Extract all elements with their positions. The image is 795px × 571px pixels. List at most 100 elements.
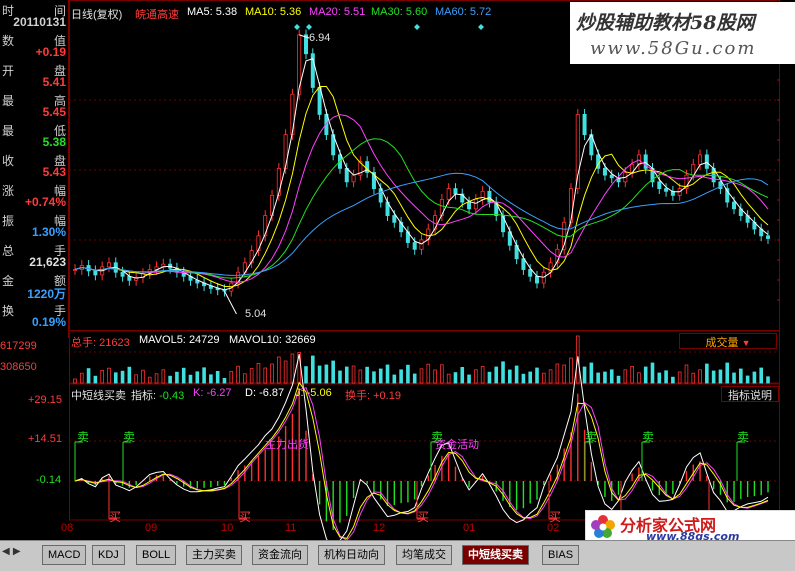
candle-body (120, 271, 125, 277)
field-value: 5.41 (42, 75, 66, 89)
volume-bar (691, 372, 696, 384)
indicator-axis-label: -0.14 (36, 474, 62, 486)
ma5-readout: MA5: 5.38 (187, 6, 238, 18)
x-tick: 09 (145, 522, 158, 534)
volume-bar (243, 373, 247, 384)
indicator-j: J: -5.06 (295, 387, 332, 399)
field-label: 最 (2, 94, 15, 108)
volume-bar (718, 369, 723, 384)
tab-bias[interactable]: BIAS (542, 545, 580, 565)
sell-signal-label: 卖 (737, 430, 750, 444)
volume-bar (684, 364, 689, 384)
volume-bar (487, 371, 492, 384)
candle-body (766, 235, 771, 239)
volume-bar (671, 376, 675, 384)
tab-avg-trade[interactable]: 均笔成交 (396, 545, 452, 565)
chart-area[interactable]: 日线(复权) 皖通高速 MA5: 5.38 MA10: 5.36 MA20: 5… (61, 0, 780, 552)
moving-average-line (74, 172, 769, 276)
volume-bar (358, 369, 363, 384)
volume-bar (535, 367, 539, 384)
field-value: 5.38 (42, 135, 66, 149)
volume-bar (569, 357, 573, 384)
volume-bar (154, 373, 159, 384)
volume-bar (739, 368, 743, 384)
field-label: 收 (2, 154, 15, 168)
volume-bar (657, 372, 662, 384)
tab-macd[interactable]: MACD (42, 545, 87, 565)
volume-bar (283, 360, 288, 384)
tab-boll[interactable]: BOLL (136, 545, 177, 565)
candle-body (412, 242, 417, 250)
field-value: 20110131 (13, 15, 66, 29)
candle-body (657, 181, 662, 190)
field-label: 开 (2, 64, 15, 78)
volume-bar (589, 362, 594, 384)
tab-kdj[interactable]: KDJ (92, 545, 125, 565)
fund-active-label: 资金活动 (435, 439, 479, 451)
ma10-readout: MA10: 5.36 (245, 6, 302, 18)
signal-diamond (414, 24, 420, 30)
volume-bar (698, 369, 702, 384)
buy-signal-label: 买 (239, 510, 252, 524)
candle-body (446, 188, 451, 200)
candle-body (534, 275, 539, 284)
volume-bar (759, 367, 764, 384)
period-label[interactable]: 日线(复权) (71, 6, 122, 22)
indicator-d: D: -6.87 (245, 387, 285, 399)
volume-bar (419, 368, 424, 384)
volume-bar (406, 364, 410, 384)
high-price-annotation: 6.94 (309, 32, 331, 44)
volume-bar (79, 372, 84, 384)
field-label: 数 (2, 34, 15, 48)
tab-short-mid-trade[interactable]: 中短线买卖 (462, 545, 529, 565)
volume-bar (440, 364, 444, 384)
field-value: 5.45 (42, 105, 66, 119)
stock-chart-svg[interactable] (69, 0, 780, 552)
sell-signal-label: 卖 (642, 430, 655, 444)
volume-bar (222, 377, 227, 384)
volume-bar (630, 365, 634, 384)
volume-bar (181, 367, 186, 384)
volume-bar (134, 374, 138, 384)
candle-body (351, 174, 356, 183)
watermark-58gu: 炒股辅助教材58股网 www.58Gu.com (570, 2, 795, 64)
volume-bar (202, 367, 206, 384)
volume-bar (555, 363, 560, 384)
quote-info-panel: 时间 20110131 数值 +0.19 开盘 5.41 最高 5.45 最低 5.38 收盘 5.4… (0, 0, 69, 338)
volume-bar (745, 375, 750, 384)
volume-bar (732, 372, 736, 384)
x-tick: 02 (547, 522, 560, 534)
candle-body (283, 134, 288, 169)
volume-bar (263, 367, 268, 384)
signal-diamond (478, 24, 484, 30)
tab-fund-flow[interactable]: 资金流向 (252, 545, 308, 565)
indicator-tab-bar: ◀ ▶ MACD KDJ BOLL 主力买卖 资金流向 机构日动向 均笔成交 中… (0, 540, 795, 571)
volume-bar (256, 362, 261, 384)
tab-scroll-arrows-icon[interactable]: ◀ ▶ (2, 546, 21, 557)
volume-bar (188, 374, 193, 384)
volume-selector-dropdown[interactable]: 成交量 ▼ (679, 333, 777, 349)
volume-bar (480, 365, 485, 384)
candle-body (419, 239, 424, 250)
volume-bar (677, 371, 682, 384)
tab-main-force[interactable]: 主力买卖 (186, 545, 242, 565)
field-label: 时 (2, 4, 15, 18)
ma30-readout: MA30: 5.60 (371, 6, 428, 18)
volume-bar (195, 371, 200, 384)
sell-signal-label: 卖 (123, 430, 136, 444)
signal-diamond (306, 24, 312, 30)
volume-bar (113, 372, 118, 384)
volume-bar (664, 370, 668, 384)
volume-bar (474, 369, 478, 384)
candle-body (392, 215, 397, 223)
tab-institution[interactable]: 机构日动向 (318, 545, 385, 565)
indicator-help-button[interactable]: 指标说明 (721, 386, 779, 402)
field-value: +0.19 (35, 45, 66, 59)
buy-signal-label: 买 (417, 510, 430, 524)
volume-bar (541, 372, 546, 384)
field-label: 振 (2, 214, 15, 228)
volume-axis-label: 308650 (0, 361, 37, 373)
x-tick: 11 (285, 522, 297, 534)
volume-bar (766, 376, 770, 384)
volume-bar (637, 372, 641, 384)
